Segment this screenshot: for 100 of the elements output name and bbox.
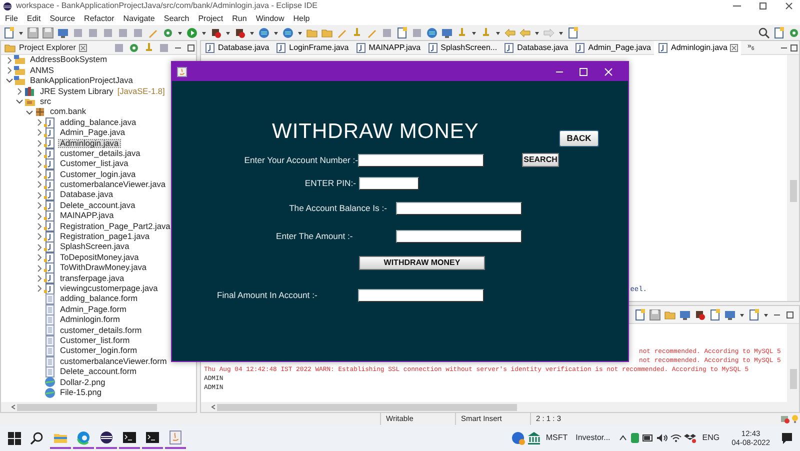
- tree-item[interactable]: ANMS: [28, 66, 56, 76]
- caret-icon[interactable]: [18, 30, 24, 36]
- menu-item[interactable]: Source: [50, 12, 76, 24]
- monitor-icon[interactable]: [441, 26, 453, 38]
- scrollbar-thumb[interactable]: [217, 404, 517, 410]
- search-icon[interactable]: [758, 26, 770, 38]
- file-icon[interactable]: [748, 308, 760, 320]
- tree-item[interactable]: Customer_list.form: [58, 336, 132, 346]
- bank-icon[interactable]: [526, 431, 541, 445]
- tree-item[interactable]: Customer_login.form: [58, 346, 140, 356]
- tree-item[interactable]: customerbalanceViewer.form: [58, 356, 169, 366]
- tree-item[interactable]: ToWithDrawMoney.java: [58, 263, 149, 273]
- maximize-icon[interactable]: [186, 42, 196, 52]
- tree-item[interactable]: Delete_account.java: [58, 200, 138, 210]
- tree-item[interactable]: BankApplicationProjectJava: [28, 76, 135, 86]
- scroll-left-icon[interactable]: [11, 404, 17, 410]
- wifi-icon[interactable]: [670, 433, 682, 443]
- menu-item[interactable]: Project: [198, 12, 224, 24]
- file-icon[interactable]: [3, 26, 15, 38]
- caret-icon[interactable]: [763, 312, 769, 318]
- help-icon[interactable]: [510, 431, 525, 445]
- editor-tab[interactable]: SplashScreen...: [424, 40, 500, 54]
- tree-item[interactable]: customer_details.java: [58, 148, 142, 158]
- monitor-icon[interactable]: [679, 308, 691, 320]
- save-icon[interactable]: [42, 26, 54, 38]
- menu-item[interactable]: Run: [232, 12, 247, 24]
- caret-icon[interactable]: [471, 30, 477, 36]
- monitor-icon[interactable]: [57, 26, 69, 38]
- lightbulb-icon[interactable]: [790, 414, 800, 424]
- editor-tab[interactable]: Adminlogin.java: [654, 40, 742, 54]
- menu-item[interactable]: File: [5, 12, 18, 24]
- maximize-icon[interactable]: [789, 42, 799, 52]
- menu-item[interactable]: Edit: [26, 12, 41, 24]
- scrollbar-thumb[interactable]: [790, 369, 796, 389]
- tree-item[interactable]: SplashScreen.java: [58, 242, 132, 252]
- tree-item[interactable]: AddressBookSystem: [28, 55, 110, 65]
- folder-icon[interactable]: [664, 308, 676, 320]
- menu-item[interactable]: Refactor: [84, 12, 114, 24]
- notification-icon[interactable]: [780, 431, 794, 445]
- tree-item[interactable]: ToDepositMoney.java: [58, 252, 141, 262]
- tree-item[interactable]: adding_balance.java: [58, 118, 138, 128]
- tree-item[interactable]: File-15.png: [58, 388, 104, 398]
- search-button[interactable]: SEARCH: [522, 153, 559, 167]
- tree-item[interactable]: Admin_Page.java: [58, 128, 128, 138]
- caret-icon[interactable]: [558, 30, 564, 36]
- caret-icon[interactable]: [297, 30, 303, 36]
- dropbox-icon[interactable]: [684, 433, 696, 443]
- tree-item[interactable]: MAINAPP.java: [58, 211, 116, 221]
- editor-tab[interactable]: MAINAPP.java: [352, 40, 424, 54]
- menu-item[interactable]: Help: [293, 12, 310, 24]
- tree-item[interactable]: adding_balance.form: [58, 294, 140, 304]
- back-button[interactable]: BACK: [559, 130, 599, 147]
- scroll-left-icon[interactable]: [211, 404, 217, 410]
- file-icon[interactable]: [396, 26, 408, 38]
- caret-icon[interactable]: [495, 30, 501, 36]
- tree-item[interactable]: Adminlogin.java: [58, 138, 121, 148]
- battery-icon[interactable]: [642, 433, 654, 443]
- text-field[interactable]: [359, 176, 419, 190]
- tree-item[interactable]: Customer_login.java: [58, 170, 138, 180]
- editor-tab[interactable]: Admin_Page.java: [571, 40, 654, 54]
- tree-item[interactable]: Database.java: [58, 190, 116, 200]
- menu-item[interactable]: Navigate: [123, 12, 155, 24]
- close-icon[interactable]: [730, 44, 738, 52]
- chevron-up-icon[interactable]: [618, 433, 628, 443]
- tree-item[interactable]: src: [38, 96, 54, 107]
- text-field[interactable]: [396, 230, 522, 242]
- editor-tab[interactable]: LoginFrame.java: [272, 40, 352, 54]
- stock-symbol[interactable]: MSFT: [546, 432, 568, 444]
- editor-tab[interactable]: Database.java: [201, 40, 272, 54]
- text-field[interactable]: [358, 154, 484, 166]
- tree-item[interactable]: Adminlogin.form: [58, 315, 122, 325]
- tree-item[interactable]: Registration_page1.java: [58, 232, 152, 242]
- caret-icon[interactable]: [273, 30, 279, 36]
- tree-item[interactable]: Delete_account.form: [58, 367, 139, 377]
- monitor-icon[interactable]: [724, 308, 736, 320]
- tree-item[interactable]: JRE System Library: [38, 86, 116, 96]
- caret-icon[interactable]: [201, 30, 207, 36]
- file-icon[interactable]: [709, 308, 721, 320]
- tree-item[interactable]: Customer_list.java: [58, 159, 130, 169]
- text-field[interactable]: [358, 288, 484, 302]
- caret-icon[interactable]: [225, 30, 231, 36]
- caret-icon[interactable]: [249, 30, 255, 36]
- scrollbar-thumb[interactable]: [790, 180, 796, 202]
- caret-icon[interactable]: [534, 30, 540, 36]
- tree-item[interactable]: Dollar-2.png: [58, 378, 108, 388]
- caret-icon[interactable]: [177, 30, 183, 36]
- maximize-icon[interactable]: [785, 310, 795, 320]
- menu-item[interactable]: Window: [256, 12, 284, 24]
- file-icon[interactable]: [567, 26, 579, 38]
- language-indicator[interactable]: ENG: [702, 432, 720, 444]
- tree-item[interactable]: transferpage.java: [58, 274, 126, 284]
- run-icon[interactable]: [186, 26, 198, 38]
- speaker-icon[interactable]: [656, 433, 668, 443]
- tree-item[interactable]: viewingcustomerpage.java: [58, 284, 160, 294]
- text-field[interactable]: [396, 202, 522, 214]
- plugin-icon[interactable]: [780, 414, 790, 424]
- withdraw-button[interactable]: WITHDRAW MONEY: [359, 256, 485, 270]
- caret-icon[interactable]: [739, 312, 745, 318]
- tree-item[interactable]: customer_details.form: [58, 326, 144, 336]
- tree-item[interactable]: com.bank: [48, 107, 88, 117]
